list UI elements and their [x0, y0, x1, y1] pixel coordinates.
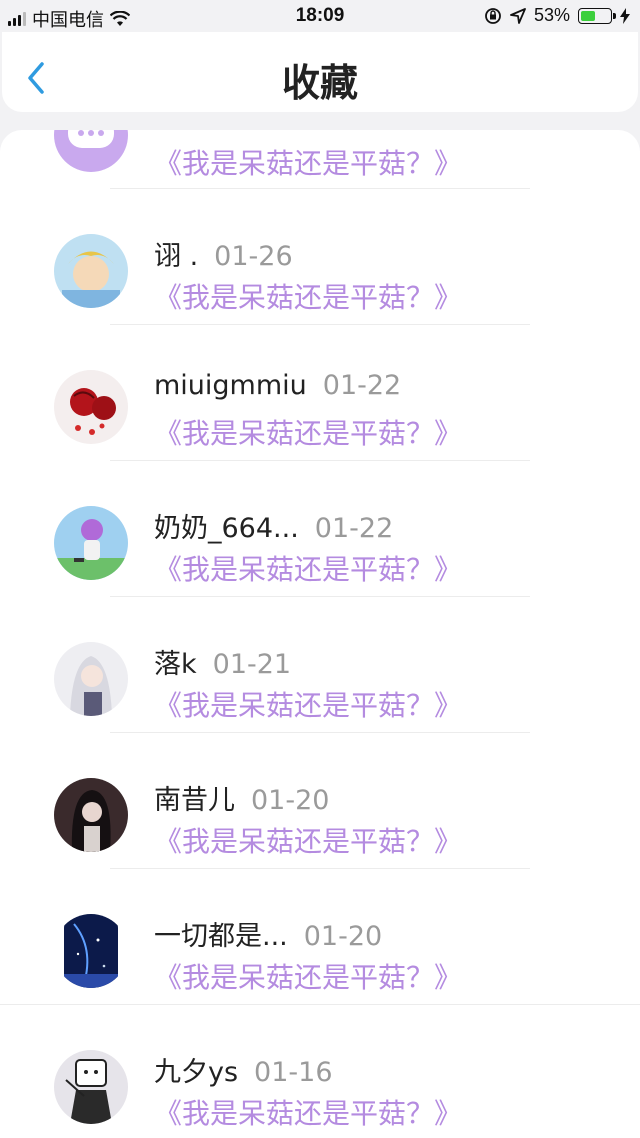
status-bar: 中国电信 18:09 53% [0, 0, 640, 32]
avatar[interactable] [54, 642, 128, 716]
nav-header: 收藏 [2, 32, 638, 112]
avatar[interactable] [54, 234, 128, 308]
battery-icon [578, 7, 616, 24]
favorite-author: miuigmmiu 01-22 [154, 370, 401, 401]
list-item[interactable]: 奶奶_664... 01-22 《我是呆菇还是平菇？》 [0, 492, 640, 628]
avatar[interactable] [54, 1050, 128, 1124]
favorite-author: 诩 . 01-26 [154, 234, 293, 273]
list-item[interactable]: 一切都是... 01-20 《我是呆菇还是平菇？》 [0, 900, 640, 1036]
author-name[interactable]: 落k [154, 649, 197, 680]
divider [110, 324, 530, 325]
divider [110, 868, 530, 869]
favorite-date: 01-16 [254, 1057, 333, 1088]
favorite-title: 《我是呆菇还是平菇？》 [154, 825, 463, 858]
favorite-title: 《我是呆菇还是平菇？》 [154, 281, 463, 314]
favorite-date: 01-20 [303, 921, 383, 952]
list-item[interactable]: miuigmmiu 01-22 《我是呆菇还是平菇？》 [0, 356, 640, 492]
author-name[interactable]: 九夕ys [154, 1057, 238, 1088]
favorite-author: 奶奶_664... 01-22 [154, 506, 393, 545]
divider [110, 732, 530, 733]
favorite-date: 01-21 [212, 649, 292, 680]
favorite-author: 一切都是... 01-20 [154, 914, 382, 953]
orientation-lock-icon [485, 7, 501, 24]
author-name[interactable]: 诩 . [154, 241, 198, 272]
favorite-date: 01-26 [214, 241, 293, 272]
favorite-title: 《我是呆菇还是平菇？》 [154, 689, 463, 722]
favorite-author: 落k 01-21 [154, 642, 291, 681]
favorite-title: 《我是呆菇还是平菇？》 [154, 553, 463, 586]
favorite-author: 南昔儿 01-20 [154, 778, 329, 817]
favorite-title: 《我是呆菇还是平菇？》 [154, 417, 463, 450]
charging-icon [620, 7, 630, 24]
favorite-title: 《我是呆菇还是平菇？》 [154, 147, 463, 180]
avatar[interactable] [54, 370, 128, 444]
favorites-list: 《我是呆菇还是平菇？》 诩 . 01-26 《我是呆菇还是平菇？》 miuigm… [0, 130, 640, 1138]
divider [110, 596, 530, 597]
avatar[interactable] [54, 778, 128, 852]
list-item[interactable]: 九夕ys 01-16 《我是呆菇还是平菇？》 [0, 1036, 640, 1138]
avatar[interactable] [54, 506, 128, 580]
battery-fill [581, 10, 595, 21]
location-icon [510, 7, 526, 24]
author-name[interactable]: 一切都是... [154, 921, 288, 952]
chat-bubble-avatar-icon [54, 130, 128, 172]
favorite-date: 01-20 [251, 785, 330, 816]
list-item[interactable]: 《我是呆菇还是平菇？》 [0, 130, 640, 220]
author-name[interactable]: 南昔儿 [154, 785, 235, 816]
author-name[interactable]: miuigmmiu [154, 370, 307, 401]
favorite-title: 《我是呆菇还是平菇？》 [154, 961, 463, 994]
divider [0, 1004, 640, 1005]
divider [110, 460, 530, 461]
author-name[interactable]: 奶奶_664... [154, 513, 299, 544]
list-item[interactable]: 诩 . 01-26 《我是呆菇还是平菇？》 [0, 220, 640, 356]
status-right: 53% [484, 5, 630, 26]
divider [110, 188, 530, 189]
list-item[interactable]: 落k 01-21 《我是呆菇还是平菇？》 [0, 628, 640, 764]
page-title: 收藏 [281, 61, 358, 105]
favorite-title: 《我是呆菇还是平菇？》 [154, 1097, 463, 1130]
favorite-date: 01-22 [322, 370, 402, 401]
list-item[interactable]: 南昔儿 01-20 《我是呆菇还是平菇？》 [0, 764, 640, 900]
avatar[interactable] [54, 914, 128, 988]
favorite-date: 01-22 [314, 513, 394, 544]
avatar[interactable] [54, 130, 128, 172]
battery-percent: 53% [533, 5, 570, 25]
favorite-author: 九夕ys 01-16 [154, 1050, 333, 1089]
